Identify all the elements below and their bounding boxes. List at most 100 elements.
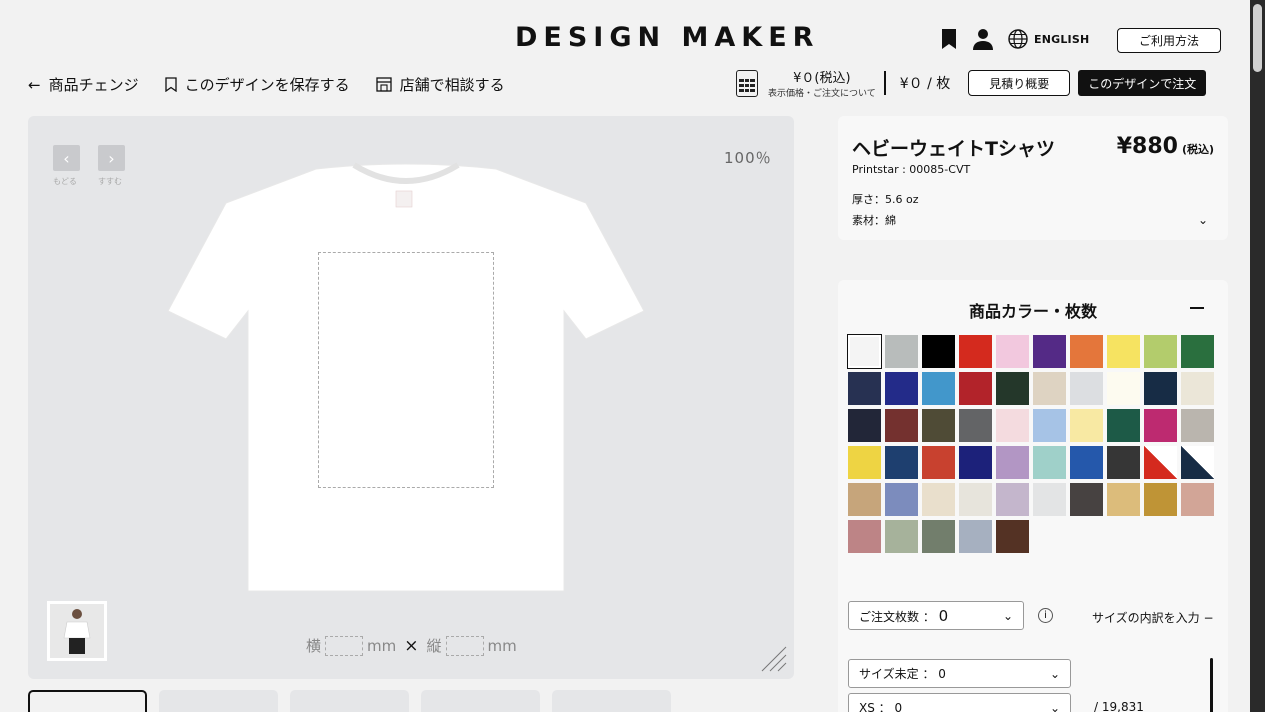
- scroll-indicator[interactable]: [1210, 658, 1213, 712]
- product-name: ヘビーウェイトTシャツ: [852, 138, 1055, 160]
- model-photo: [50, 604, 104, 658]
- color-swatch[interactable]: [996, 409, 1029, 442]
- change-product-link[interactable]: ← 商品チェンジ: [28, 74, 139, 95]
- color-swatch[interactable]: [922, 446, 955, 479]
- color-swatch[interactable]: [1144, 372, 1177, 405]
- save-design-link[interactable]: このデザインを保存する: [164, 74, 350, 95]
- color-swatch[interactable]: [885, 335, 918, 368]
- scrollbar-thumb[interactable]: [1253, 4, 1262, 72]
- user-icon[interactable]: [972, 28, 994, 50]
- color-swatch[interactable]: [1070, 372, 1103, 405]
- color-swatch[interactable]: [922, 335, 955, 368]
- color-swatch[interactable]: [1144, 483, 1177, 516]
- color-swatch[interactable]: [848, 483, 881, 516]
- color-swatch[interactable]: [1107, 409, 1140, 442]
- color-swatch[interactable]: [1107, 446, 1140, 479]
- order-button[interactable]: このデザインで注文: [1078, 70, 1207, 96]
- color-swatch[interactable]: [1070, 335, 1103, 368]
- height-label: 縦: [426, 637, 442, 655]
- view-tab-other[interactable]: [552, 690, 671, 712]
- view-tab-left[interactable]: [290, 690, 409, 712]
- product-price-tax: (税込): [1181, 143, 1214, 156]
- color-swatch[interactable]: [848, 409, 881, 442]
- color-swatch[interactable]: [1107, 372, 1140, 405]
- color-swatch[interactable]: [959, 409, 992, 442]
- color-swatch[interactable]: [1033, 483, 1066, 516]
- product-price: ¥880 (税込): [1117, 134, 1214, 159]
- consult-store-link[interactable]: 店舗で相談する: [375, 74, 505, 95]
- info-icon[interactable]: i: [1038, 608, 1053, 623]
- color-swatch[interactable]: [1033, 409, 1066, 442]
- color-swatch[interactable]: [1107, 335, 1140, 368]
- color-swatch[interactable]: [885, 446, 918, 479]
- color-swatch[interactable]: [1070, 409, 1103, 442]
- color-swatch[interactable]: [922, 372, 955, 405]
- color-swatch[interactable]: [996, 446, 1029, 479]
- color-swatch[interactable]: [1033, 446, 1066, 479]
- color-swatch[interactable]: [885, 520, 918, 553]
- color-swatch[interactable]: [922, 520, 955, 553]
- color-swatch[interactable]: [1144, 409, 1177, 442]
- undo-button[interactable]: ‹: [53, 145, 80, 171]
- color-swatch[interactable]: [885, 372, 918, 405]
- color-swatch[interactable]: [848, 372, 881, 405]
- resize-handle-icon[interactable]: [756, 641, 788, 673]
- color-swatch[interactable]: [959, 483, 992, 516]
- height-input[interactable]: [445, 635, 484, 656]
- color-swatch[interactable]: [847, 334, 882, 369]
- color-swatch[interactable]: [959, 446, 992, 479]
- estimate-button[interactable]: 見積り概要: [968, 70, 1071, 96]
- language-switch[interactable]: ENGLISH: [1008, 29, 1089, 49]
- design-canvas[interactable]: ‹ › もどる すすむ 100％ 横 mm × 縦 mm: [28, 116, 794, 679]
- width-label: 横: [306, 637, 322, 655]
- page-scrollbar[interactable]: [1250, 0, 1265, 712]
- color-swatch[interactable]: [848, 520, 881, 553]
- color-swatch[interactable]: [1070, 483, 1103, 516]
- redo-button[interactable]: ›: [98, 145, 125, 171]
- calculator-icon[interactable]: [736, 69, 758, 97]
- collapse-minus-icon[interactable]: [1190, 307, 1204, 309]
- size-xs-select[interactable]: XS ： 0 ⌄: [848, 693, 1071, 712]
- store-icon: [375, 77, 392, 92]
- total-price-value: ¥０(税込): [793, 71, 851, 86]
- color-swatch[interactable]: [1144, 335, 1177, 368]
- size-undecided-select[interactable]: サイズ未定 ： 0 ⌄: [848, 659, 1071, 688]
- color-swatch[interactable]: [1181, 409, 1214, 442]
- color-swatch[interactable]: [1033, 372, 1066, 405]
- color-swatch[interactable]: [1181, 446, 1214, 479]
- color-swatch[interactable]: [1033, 335, 1066, 368]
- size-breakdown-toggle[interactable]: サイズの内訳を入力 −: [1092, 609, 1214, 626]
- view-tab-front[interactable]: [28, 690, 147, 712]
- help-button[interactable]: ご利用方法: [1117, 28, 1221, 53]
- color-swatch[interactable]: [922, 409, 955, 442]
- front-view-thumbnail[interactable]: [47, 601, 107, 661]
- color-swatch[interactable]: [885, 409, 918, 442]
- color-swatch[interactable]: [1070, 446, 1103, 479]
- color-swatch[interactable]: [996, 520, 1029, 553]
- width-input[interactable]: [325, 635, 364, 656]
- color-swatch[interactable]: [1144, 446, 1177, 479]
- color-swatch[interactable]: [996, 372, 1029, 405]
- price-summary: ¥０(税込) 表示価格・ご注文について ¥０ / 枚 見積り概要 このデザインで…: [736, 67, 1207, 99]
- color-swatch[interactable]: [996, 483, 1029, 516]
- print-area[interactable]: [318, 252, 494, 488]
- view-tab-right[interactable]: [421, 690, 540, 712]
- view-tab-back[interactable]: [159, 690, 278, 712]
- chevron-down-icon[interactable]: ⌄: [1198, 213, 1208, 227]
- color-swatch[interactable]: [959, 372, 992, 405]
- color-swatch[interactable]: [885, 483, 918, 516]
- color-swatch-grid: [847, 334, 1214, 553]
- zoom-level: 100％: [724, 149, 772, 167]
- order-quantity-select[interactable]: ご注文枚数 ： 0 ⌄: [848, 601, 1024, 630]
- color-swatch[interactable]: [959, 335, 992, 368]
- color-swatch[interactable]: [1181, 335, 1214, 368]
- bookmark-icon[interactable]: [940, 28, 958, 50]
- color-swatch[interactable]: [1181, 483, 1214, 516]
- color-swatch[interactable]: [848, 446, 881, 479]
- color-swatch[interactable]: [1107, 483, 1140, 516]
- color-swatch[interactable]: [996, 335, 1029, 368]
- color-swatch[interactable]: [959, 520, 992, 553]
- color-swatch[interactable]: [1181, 372, 1214, 405]
- color-swatch[interactable]: [922, 483, 955, 516]
- price-note-link[interactable]: 表示価格・ご注文について: [768, 86, 876, 99]
